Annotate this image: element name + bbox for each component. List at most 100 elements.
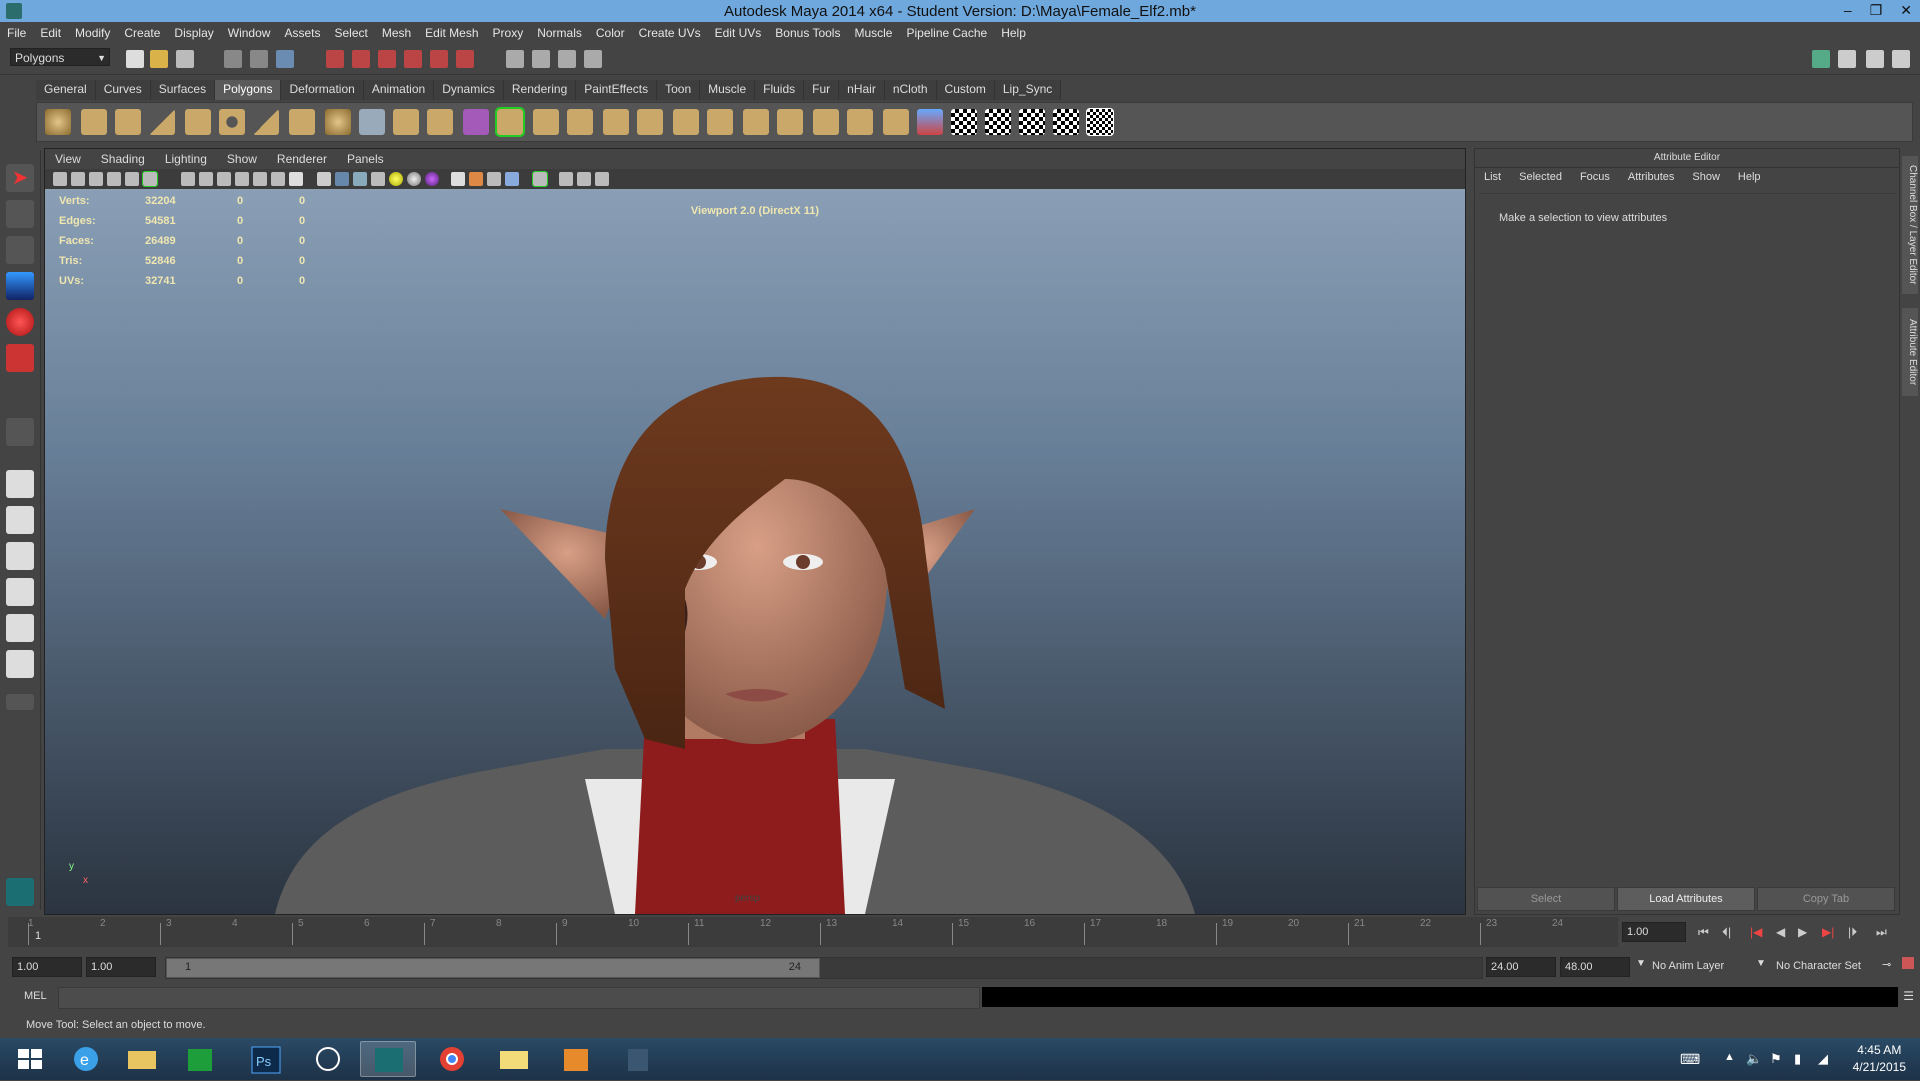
append-polygon-icon[interactable]	[567, 109, 593, 135]
zbrush-icon[interactable]	[300, 1041, 356, 1077]
fill-hole-icon[interactable]	[777, 109, 803, 135]
step-back-frame-icon[interactable]: ⏴|	[1722, 925, 1731, 940]
new-scene-icon[interactable]	[126, 50, 144, 68]
internet-explorer-icon[interactable]: e	[58, 1041, 114, 1077]
ae-menu-attributes[interactable]: Attributes	[1619, 171, 1683, 183]
tab-general[interactable]: General	[36, 80, 96, 100]
menu-set-dropdown[interactable]: Polygons ▼	[10, 48, 110, 66]
paint-select-tool-icon[interactable]	[6, 236, 34, 264]
mirror-geometry-icon[interactable]	[813, 109, 839, 135]
render-settings-icon[interactable]	[558, 50, 576, 68]
select-by-hierarchy-icon[interactable]	[224, 50, 242, 68]
menu-help[interactable]: Help	[994, 26, 1033, 40]
minimize-button[interactable]: –	[1844, 2, 1852, 19]
poly-pipe-icon[interactable]	[289, 109, 315, 135]
uv-relax-icon[interactable]	[1053, 109, 1079, 135]
maya-taskbar-icon[interactable]	[360, 1041, 416, 1077]
poly-cone-icon[interactable]	[149, 109, 175, 135]
tab-animation[interactable]: Animation	[363, 80, 435, 100]
poly-pyramid-icon[interactable]	[253, 109, 279, 135]
select-by-object-icon[interactable]	[250, 50, 268, 68]
select-by-component-icon[interactable]	[276, 50, 294, 68]
menu-modify[interactable]: Modify	[68, 26, 117, 40]
ae-menu-focus[interactable]: Focus	[1571, 171, 1619, 183]
tab-dynamics[interactable]: Dynamics	[434, 80, 504, 100]
scale-tool-icon[interactable]	[6, 344, 34, 372]
ae-menu-selected[interactable]: Selected	[1510, 171, 1571, 183]
mel-label[interactable]: MEL	[24, 990, 47, 1002]
tab-nhair[interactable]: nHair	[839, 80, 885, 100]
poly-plane-icon[interactable]	[185, 109, 211, 135]
menu-muscle[interactable]: Muscle	[847, 26, 899, 40]
toggle-attribute-editor-icon[interactable]	[1812, 50, 1830, 68]
layout-outliner-persp-icon[interactable]	[6, 542, 34, 570]
current-frame-field[interactable]: 1.00	[1622, 922, 1686, 942]
history-icon[interactable]	[456, 50, 474, 68]
snap-grid-icon[interactable]	[326, 50, 344, 68]
tab-deformation[interactable]: Deformation	[281, 80, 364, 100]
snap-curve-icon[interactable]	[352, 50, 370, 68]
menu-edit-mesh[interactable]: Edit Mesh	[418, 26, 485, 40]
action-center-icon[interactable]: ⚑	[1770, 1051, 1782, 1067]
toggle-layer-editor-icon[interactable]	[1892, 50, 1910, 68]
menu-display[interactable]: Display	[167, 26, 220, 40]
save-scene-icon[interactable]	[176, 50, 194, 68]
step-forward-key-icon[interactable]: ▶|	[1822, 925, 1834, 939]
tab-ncloth[interactable]: nCloth	[884, 80, 937, 100]
auto-key-icon[interactable]: ⊸	[1882, 958, 1891, 971]
menu-mesh[interactable]: Mesh	[375, 26, 418, 40]
uv-unfold-icon[interactable]	[1019, 109, 1045, 135]
combine-icon[interactable]	[359, 109, 385, 135]
tab-custom[interactable]: Custom	[936, 80, 995, 100]
animation-start-field[interactable]: 1.00	[12, 957, 82, 977]
viewport-persp[interactable]: View Shading Lighting Show Renderer Pane…	[44, 148, 1466, 915]
chrome-icon[interactable]	[424, 1041, 480, 1077]
app-icon[interactable]	[610, 1041, 666, 1077]
bridge-icon[interactable]	[533, 109, 559, 135]
snap-view-plane-icon[interactable]	[404, 50, 422, 68]
animation-preferences-icon[interactable]	[1902, 957, 1914, 969]
menu-file[interactable]: File	[0, 26, 33, 40]
menu-normals[interactable]: Normals	[530, 26, 589, 40]
volume-icon[interactable]: 🔈	[1746, 1051, 1762, 1067]
menu-assets[interactable]: Assets	[277, 26, 327, 40]
mel-input[interactable]	[58, 987, 980, 1009]
toggle-tool-settings-icon[interactable]	[1838, 50, 1856, 68]
snap-point-icon[interactable]	[378, 50, 396, 68]
play-backwards-icon[interactable]: ◀	[1776, 925, 1785, 939]
layout-hypershade-icon[interactable]	[6, 614, 34, 642]
play-forwards-icon[interactable]: ▶	[1798, 925, 1807, 939]
network-icon[interactable]: ◢	[1818, 1051, 1828, 1067]
restore-button[interactable]: ❐	[1870, 2, 1883, 19]
tab-rendering[interactable]: Rendering	[503, 80, 577, 100]
poly-soccer-ball-icon[interactable]	[325, 109, 351, 135]
playback-start-field[interactable]: 1.00	[86, 957, 156, 977]
ae-menu-show[interactable]: Show	[1683, 171, 1729, 183]
open-scene-icon[interactable]	[150, 50, 168, 68]
menu-pipeline-cache[interactable]: Pipeline Cache	[899, 26, 994, 40]
tab-curves[interactable]: Curves	[95, 80, 151, 100]
script-editor-icon[interactable]: ☰	[1903, 989, 1914, 1003]
chevron-down-icon[interactable]: ▼	[1756, 958, 1766, 969]
separate-icon[interactable]	[393, 109, 419, 135]
playback-end-field[interactable]: 24.00	[1486, 957, 1556, 977]
tab-surfaces[interactable]: Surfaces	[150, 80, 216, 100]
uv-layout-icon[interactable]	[985, 109, 1011, 135]
lasso-tool-icon[interactable]	[6, 200, 34, 228]
ae-menu-list[interactable]: List	[1475, 171, 1510, 183]
range-bar[interactable]: 1 24	[165, 957, 1483, 979]
split-polygon-icon[interactable]	[603, 109, 629, 135]
poly-sphere-icon[interactable]	[45, 109, 71, 135]
store-icon[interactable]	[172, 1041, 228, 1077]
move-tool-icon[interactable]	[6, 272, 34, 300]
smooth-icon[interactable]	[427, 109, 453, 135]
tab-fur[interactable]: Fur	[804, 80, 840, 100]
photoshop-icon[interactable]: Ps	[238, 1041, 294, 1077]
show-manipulator-icon[interactable]	[6, 418, 34, 446]
cylindrical-mapping-icon[interactable]	[883, 109, 909, 135]
channel-box-tab[interactable]: Channel Box / Layer Editor	[1902, 156, 1918, 294]
go-to-end-icon[interactable]: ⏭	[1876, 925, 1887, 940]
windows-start-icon[interactable]	[2, 1041, 58, 1077]
character-set-label[interactable]: No Character Set	[1776, 960, 1861, 972]
extrude-icon[interactable]	[495, 107, 525, 137]
